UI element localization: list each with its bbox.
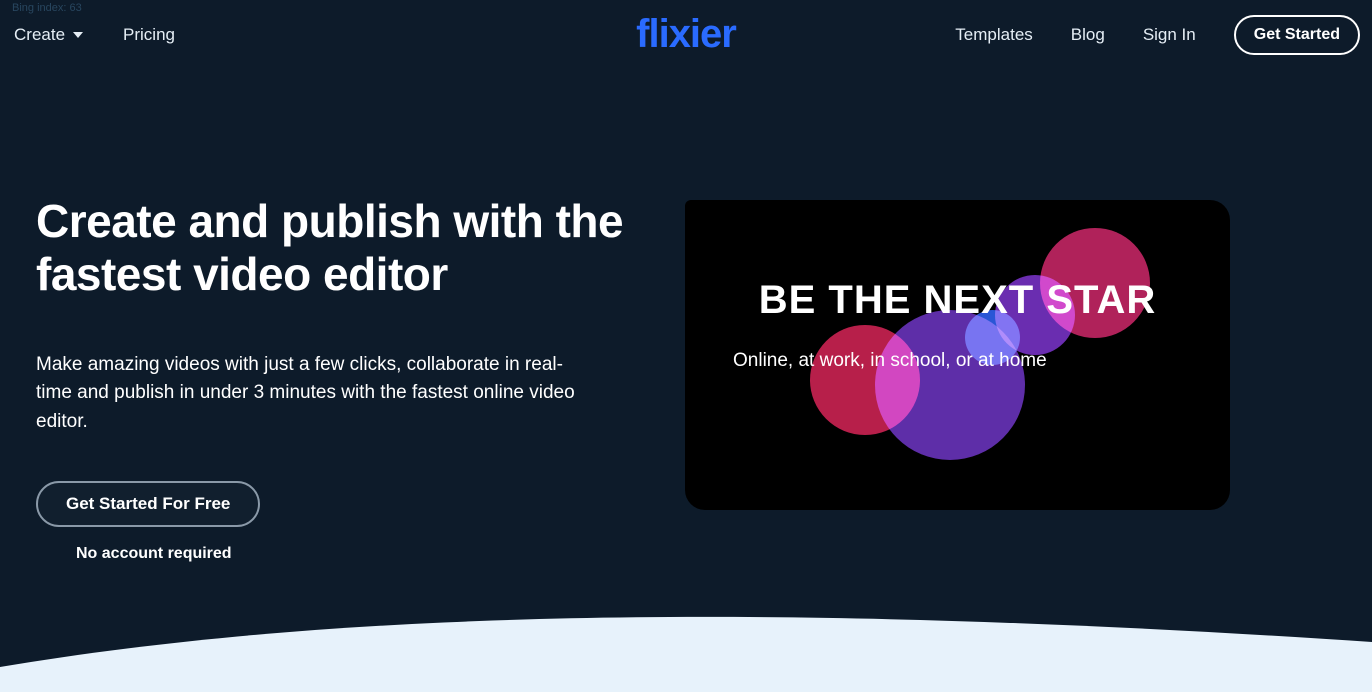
hero-section: Create and publish with the fastest vide… (36, 195, 636, 563)
create-dropdown[interactable]: Create (12, 25, 83, 45)
get-started-button[interactable]: Get Started (1234, 15, 1360, 55)
nav-pricing[interactable]: Pricing (123, 25, 175, 45)
site-logo[interactable]: flixier (636, 12, 736, 57)
hero-no-account-note: No account required (76, 545, 636, 563)
create-label: Create (14, 25, 65, 45)
nav-left: Create Pricing (12, 25, 175, 45)
site-header: Create Pricing flixier Templates Blog Si… (0, 0, 1372, 70)
nav-right: Templates Blog Sign In Get Started (955, 15, 1360, 55)
bottom-wave (0, 597, 1372, 692)
nav-blog[interactable]: Blog (1071, 25, 1105, 45)
preview-title: BE THE NEXT STAR (685, 278, 1230, 323)
hero-subtitle: Make amazing videos with just a few clic… (36, 351, 576, 437)
nav-templates[interactable]: Templates (955, 25, 1032, 45)
nav-signin[interactable]: Sign In (1143, 25, 1196, 45)
preview-subtitle: Online, at work, in school, or at home (733, 350, 1047, 372)
chevron-down-icon (73, 32, 83, 38)
hero-cta-button[interactable]: Get Started For Free (36, 481, 260, 527)
preview-card[interactable]: BE THE NEXT STAR Online, at work, in sch… (685, 200, 1230, 510)
hero-title: Create and publish with the fastest vide… (36, 195, 636, 301)
